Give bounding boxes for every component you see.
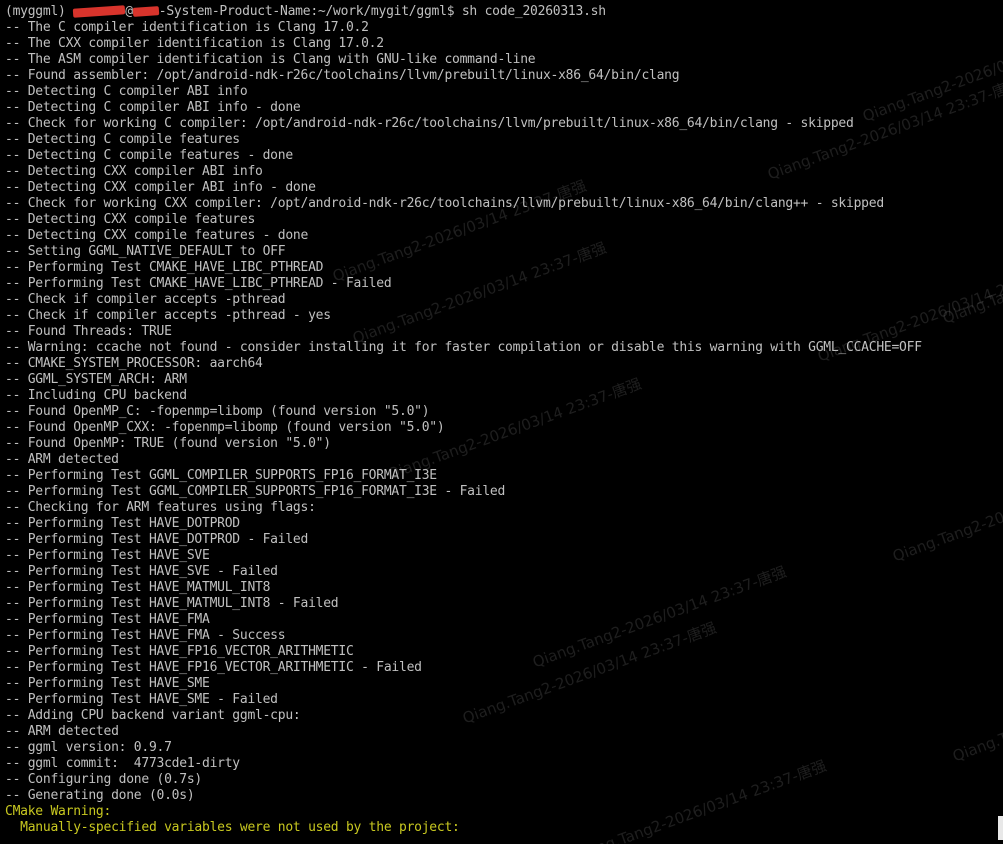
output-line: -- Found OpenMP: TRUE (found version "5.… <box>5 436 331 451</box>
output-line: -- Performing Test HAVE_FMA - Success <box>5 628 286 643</box>
output-line: -- Adding CPU backend variant ggml-cpu: <box>5 708 301 723</box>
output-line: -- CMAKE_SYSTEM_PROCESSOR: aarch64 <box>5 356 263 371</box>
output-line: -- The ASM compiler identification is Cl… <box>5 52 536 67</box>
output-line: -- Check if compiler accepts -pthread <box>5 292 286 307</box>
output-line: -- ARM detected <box>5 452 119 467</box>
redacted-hostname <box>132 6 160 17</box>
warning-line: Manually-specified variables were not us… <box>5 820 460 835</box>
output-line: -- Performing Test HAVE_DOTPROD <box>5 516 240 531</box>
output-line: -- Performing Test GGML_COMPILER_SUPPORT… <box>5 468 437 483</box>
terminal-window[interactable]: (myggml) @ -System-Product-Name:~/work/my… <box>0 0 1003 844</box>
output-line: -- Detecting C compile features <box>5 132 240 147</box>
output-line: -- Detecting CXX compile features - done <box>5 228 309 243</box>
output-line: -- Performing Test GGML_COMPILER_SUPPORT… <box>5 484 506 499</box>
output-line: -- Detecting CXX compiler ABI info - don… <box>5 180 316 195</box>
cmake-warning-block: CMake Warning: Manually-specified variab… <box>5 804 995 836</box>
redacted-username <box>72 5 126 18</box>
output-line: -- Detecting C compiler ABI info <box>5 84 248 99</box>
output-line: -- Found assembler: /opt/android-ndk-r26… <box>5 68 680 83</box>
output-line: -- Setting GGML_NATIVE_DEFAULT to OFF <box>5 244 286 259</box>
prompt-command: sh code_20260313.sh <box>461 4 606 19</box>
output-line: -- Checking for ARM features using flags… <box>5 500 316 515</box>
output-line: -- Check for working CXX compiler: /opt/… <box>5 196 884 211</box>
output-line: -- Including CPU backend <box>5 388 187 403</box>
output-line: -- Generating done (0.0s) <box>5 788 195 803</box>
output-line: -- Performing Test HAVE_MATMUL_INT8 <box>5 580 271 595</box>
output-line: -- Found OpenMP_CXX: -fopenmp=libomp (fo… <box>5 420 445 435</box>
output-line: -- Performing Test HAVE_SVE <box>5 548 210 563</box>
output-line: -- Detecting C compile features - done <box>5 148 293 163</box>
output-line: -- Detecting CXX compiler ABI info <box>5 164 263 179</box>
prompt-at: @ <box>125 4 133 19</box>
output-line: -- Performing Test HAVE_SVE - Failed <box>5 564 278 579</box>
prompt-env: (myggml) <box>5 4 66 19</box>
output-line: -- Found OpenMP_C: -fopenmp=libomp (foun… <box>5 404 430 419</box>
output-line: -- Performing Test HAVE_SME - Failed <box>5 692 278 707</box>
output-line: -- ARM detected <box>5 724 119 739</box>
output-line: -- Performing Test HAVE_DOTPROD - Failed <box>5 532 309 547</box>
output-line: -- The CXX compiler identification is Cl… <box>5 36 384 51</box>
output-line: -- Performing Test HAVE_FP16_VECTOR_ARIT… <box>5 660 422 675</box>
output-line: -- Configuring done (0.7s) <box>5 772 202 787</box>
output-line: -- Detecting CXX compile features <box>5 212 256 227</box>
output-line: -- Warning: ccache not found - consider … <box>5 340 922 355</box>
terminal-cursor <box>998 816 1003 840</box>
warning-line: CMake Warning: <box>5 804 112 819</box>
prompt-line: (myggml) @ -System-Product-Name:~/work/my… <box>5 4 995 20</box>
output-line: -- Performing Test HAVE_MATMUL_INT8 - Fa… <box>5 596 339 611</box>
output-line: -- Performing Test HAVE_SME <box>5 676 210 691</box>
output-line: -- Check for working C compiler: /opt/an… <box>5 116 854 131</box>
output-line: -- Performing Test HAVE_FMA <box>5 612 210 627</box>
output-line: -- Detecting C compiler ABI info - done <box>5 100 301 115</box>
output-line: -- ggml commit: 4773cde1-dirty <box>5 756 240 771</box>
terminal-output: (myggml) @ -System-Product-Name:~/work/my… <box>5 4 995 836</box>
output-line: -- Performing Test HAVE_FP16_VECTOR_ARIT… <box>5 644 354 659</box>
output-line: -- ggml version: 0.9.7 <box>5 740 172 755</box>
output-line: -- The C compiler identification is Clan… <box>5 20 369 35</box>
output-line: -- Check if compiler accepts -pthread - … <box>5 308 331 323</box>
prompt-path: -System-Product-Name:~/work/mygit/ggml$ <box>158 4 455 19</box>
output-lines: -- The C compiler identification is Clan… <box>5 20 995 804</box>
output-line: -- Found Threads: TRUE <box>5 324 172 339</box>
output-line: -- Performing Test CMAKE_HAVE_LIBC_PTHRE… <box>5 260 324 275</box>
output-line: -- GGML_SYSTEM_ARCH: ARM <box>5 372 187 387</box>
output-line: -- Performing Test CMAKE_HAVE_LIBC_PTHRE… <box>5 276 392 291</box>
